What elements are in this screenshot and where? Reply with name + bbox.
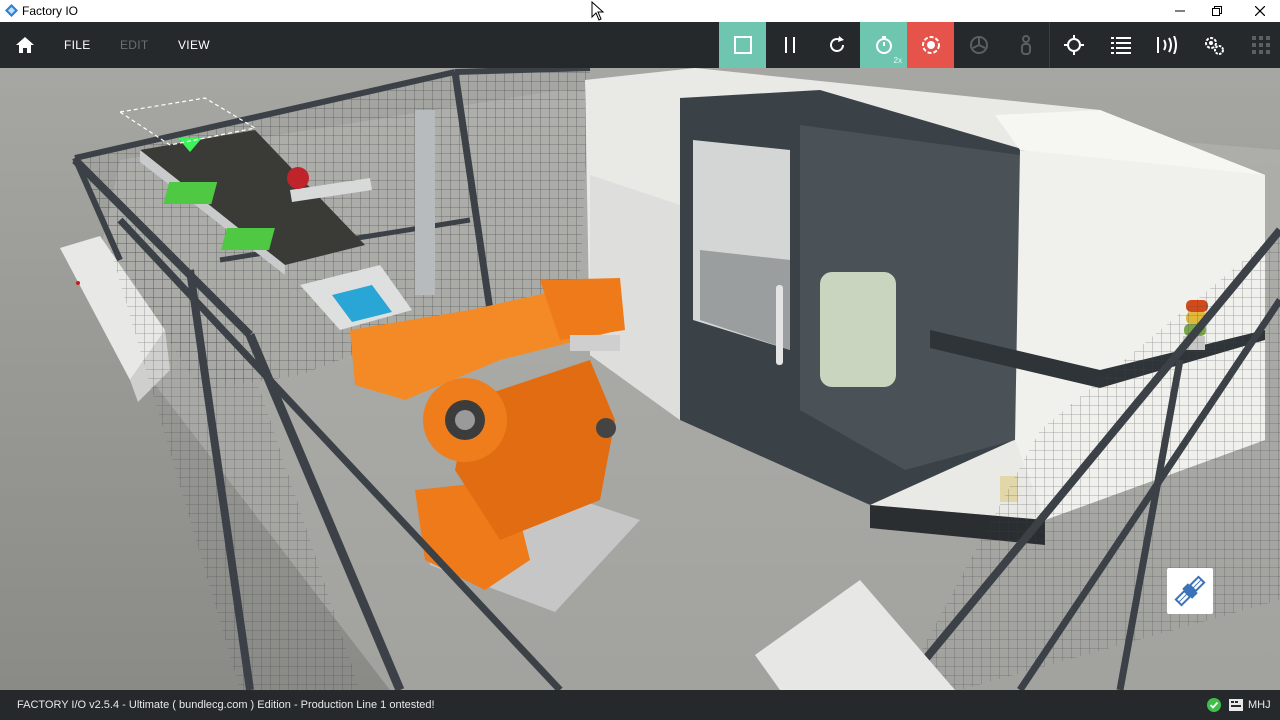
fan-icon	[969, 36, 988, 54]
record-icon	[921, 36, 940, 54]
mouse-cursor-icon	[591, 1, 605, 21]
menu-edit[interactable]: EDIT	[120, 38, 149, 52]
crosshair-icon	[1063, 35, 1084, 55]
factory-scene	[0, 68, 1280, 690]
fan-button[interactable]	[955, 22, 1002, 68]
list-icon	[1110, 37, 1131, 54]
drivers-gear-icon	[1204, 37, 1224, 55]
reset-icon	[829, 36, 844, 52]
reset-button[interactable]	[813, 22, 860, 68]
machine-window	[820, 272, 896, 387]
sensor-icon	[1156, 36, 1177, 54]
close-button[interactable]	[1238, 0, 1280, 22]
user-label: MHJ	[1248, 699, 1271, 711]
menu-view[interactable]: VIEW	[178, 38, 210, 52]
stop-square-icon	[733, 36, 752, 54]
timer-speed-button[interactable]: 2x	[860, 22, 907, 68]
drivers-button[interactable]	[1190, 22, 1237, 68]
stop-button[interactable]	[719, 22, 766, 68]
logo-badge[interactable]	[1167, 568, 1213, 614]
scene-viewport[interactable]	[0, 68, 1280, 690]
speed-badge: 2x	[893, 56, 902, 65]
green-box	[163, 182, 218, 204]
crosshair-button[interactable]	[1050, 22, 1097, 68]
home-icon	[16, 37, 34, 53]
grid-button[interactable]	[1237, 22, 1280, 68]
restore-button[interactable]	[1195, 0, 1239, 22]
door-handle	[776, 285, 783, 365]
person-icon	[1020, 35, 1031, 55]
red-light-beacon	[287, 167, 309, 189]
pause-button[interactable]	[766, 22, 813, 68]
home-button[interactable]	[12, 33, 38, 57]
pause-icon	[784, 37, 795, 53]
menu-file[interactable]: FILE	[64, 38, 91, 52]
window-title-bar: Factory IO	[0, 0, 1280, 22]
record-button[interactable]	[907, 22, 954, 68]
status-message: FACTORY I/O v2.5.4 - Ultimate ( bundlecg…	[17, 699, 435, 711]
factory-io-logo-icon	[5, 4, 18, 17]
satellite-logo-icon	[1174, 575, 1206, 607]
connected-check-icon	[1207, 698, 1221, 712]
green-box	[221, 228, 275, 250]
list-button[interactable]	[1097, 22, 1144, 68]
main-toolbar: FILE EDIT VIEW 2x	[0, 22, 1280, 68]
minimize-icon	[1175, 10, 1185, 12]
status-bar: FACTORY I/O v2.5.4 - Ultimate ( bundlecg…	[0, 690, 1280, 720]
sensor-button[interactable]	[1143, 22, 1190, 68]
timer-speed-icon	[875, 36, 892, 54]
person-button[interactable]	[1002, 22, 1049, 68]
close-icon	[1255, 6, 1265, 16]
grid-icon	[1251, 36, 1270, 54]
column	[415, 110, 435, 295]
restore-icon	[1212, 6, 1222, 16]
window-title: Factory IO	[22, 4, 79, 18]
keyboard-icon	[1229, 699, 1243, 711]
